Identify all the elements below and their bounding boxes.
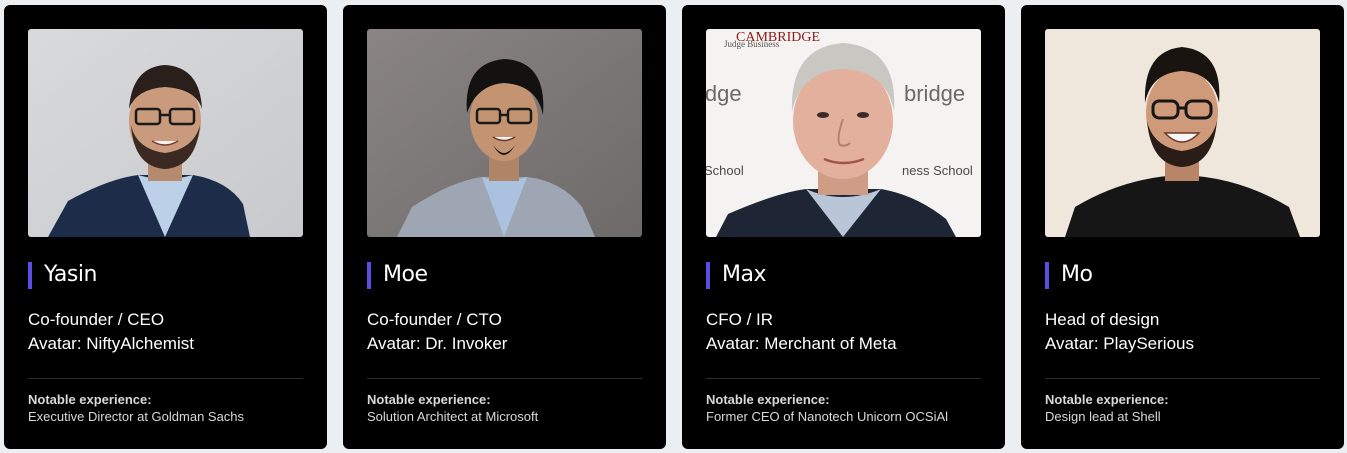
- member-role: Co-founder / CEO: [28, 310, 165, 329]
- member-role: Head of design: [1045, 310, 1160, 329]
- experience-value: Design lead at Shell: [1045, 409, 1161, 424]
- team-card-yasin: Yasin Co-founder / CEO Avatar: NiftyAlch…: [4, 5, 327, 449]
- team-card-max: CAMBRIDGE Judge Business idge bridge Sch…: [682, 5, 1005, 449]
- member-name: Yasin: [44, 262, 97, 287]
- member-role: CFO / IR: [706, 310, 774, 329]
- divider: [1045, 378, 1320, 379]
- team-card-moe: Moe Co-founder / CTO Avatar: Dr. Invoker…: [343, 5, 666, 449]
- portrait-photo-mo: [1045, 29, 1320, 237]
- portrait-photo: CAMBRIDGE Judge Business idge bridge Sch…: [706, 29, 981, 237]
- member-name: Max: [722, 262, 766, 287]
- experience-label: Notable experience:: [28, 392, 152, 407]
- backdrop-text: School: [706, 163, 744, 178]
- portrait-photo-yasin: [28, 29, 303, 237]
- member-name: Moe: [383, 262, 428, 287]
- member-name-row: Max: [706, 261, 981, 289]
- member-name-row: Mo: [1045, 261, 1320, 289]
- backdrop-text: idge: [706, 81, 742, 106]
- experience-value: Solution Architect at Microsoft: [367, 409, 539, 424]
- backdrop-text: ness School: [902, 163, 973, 178]
- member-role: Co-founder / CTO: [367, 310, 502, 329]
- accent-bar: [1045, 261, 1049, 289]
- experience-label: Notable experience:: [1045, 392, 1169, 407]
- member-name-row: Moe: [367, 261, 642, 289]
- experience-value: Former CEO of Nanotech Unicorn OCSiAl: [706, 409, 949, 424]
- member-name: Mo: [1061, 262, 1093, 287]
- divider: [706, 378, 981, 379]
- portrait-photo: [367, 29, 642, 237]
- experience-label: Notable experience:: [706, 392, 830, 407]
- divider: [28, 378, 303, 379]
- member-avatar: Avatar: Dr. Invoker: [367, 334, 508, 353]
- member-avatar: Avatar: Merchant of Meta: [706, 334, 897, 353]
- backdrop-text: bridge: [904, 81, 965, 106]
- experience-value: Executive Director at Goldman Sachs: [28, 409, 245, 424]
- portrait-photo-max: CAMBRIDGE Judge Business idge bridge Sch…: [706, 29, 981, 237]
- member-name-row: Yasin: [28, 261, 303, 289]
- portrait-photo-moe: [367, 29, 642, 237]
- divider: [367, 378, 642, 379]
- experience-label: Notable experience:: [367, 392, 491, 407]
- accent-bar: [28, 261, 32, 289]
- backdrop-text: Judge Business: [724, 39, 780, 49]
- team-grid: Yasin Co-founder / CEO Avatar: NiftyAlch…: [0, 0, 1347, 453]
- portrait-photo: [1045, 29, 1320, 237]
- portrait-photo: [28, 29, 303, 237]
- accent-bar: [706, 261, 710, 289]
- member-avatar: Avatar: PlaySerious: [1045, 334, 1194, 353]
- member-avatar: Avatar: NiftyAlchemist: [28, 334, 194, 353]
- accent-bar: [367, 261, 371, 289]
- team-card-mo: Mo Head of design Avatar: PlaySerious No…: [1021, 5, 1344, 449]
